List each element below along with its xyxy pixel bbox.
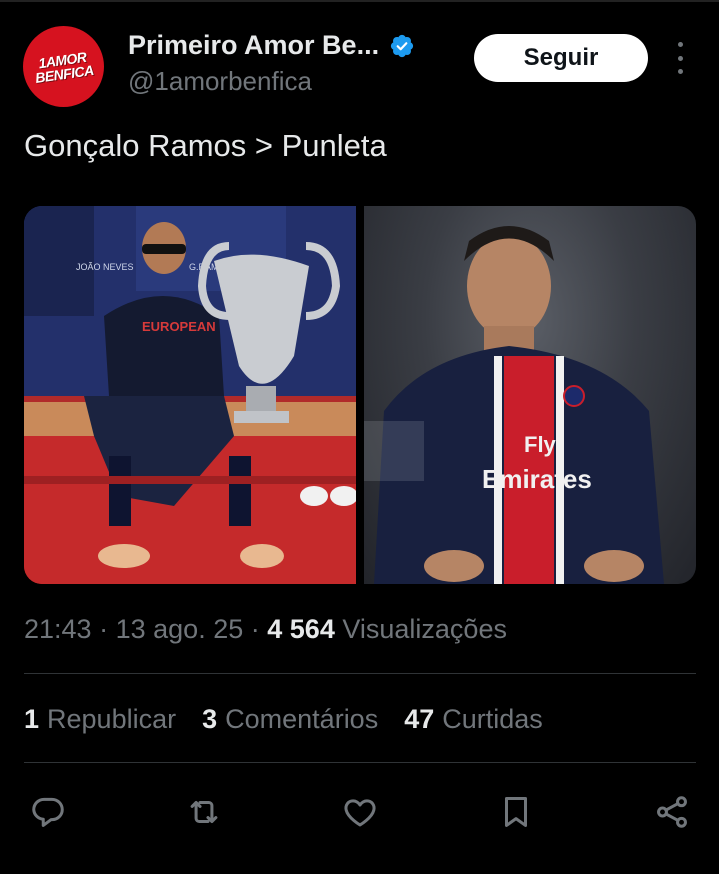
- like-icon[interactable]: [336, 788, 384, 836]
- verified-badge-icon: [390, 34, 414, 57]
- media-image-pauleta[interactable]: Fly Emirates: [364, 206, 696, 584]
- repost-icon[interactable]: [180, 788, 228, 836]
- meta-separator: ·: [250, 614, 260, 644]
- more-dots-icon[interactable]: [668, 42, 692, 74]
- comments-stat[interactable]: 3 Comentários: [202, 704, 378, 735]
- reposts-stat[interactable]: 1 Republicar: [24, 704, 176, 735]
- comments-label: Comentários: [225, 704, 379, 734]
- author-name-row[interactable]: Primeiro Amor Be...: [128, 30, 415, 61]
- tweet-time[interactable]: 21:43: [24, 614, 92, 644]
- comments-count: 3: [202, 704, 218, 734]
- display-name[interactable]: Primeiro Amor Be...: [128, 30, 379, 61]
- avatar[interactable]: 1AMOR BENFICA: [23, 26, 104, 107]
- sponsor-emirates-text: Emirates: [482, 464, 592, 494]
- top-divider: [0, 0, 719, 2]
- reposts-count: 1: [24, 704, 40, 734]
- divider: [24, 673, 696, 674]
- action-bar: [24, 788, 696, 836]
- reply-icon[interactable]: [24, 788, 72, 836]
- engagement-stats: 1 Republicar 3 Comentários 47 Curtidas: [24, 704, 543, 735]
- follow-button[interactable]: Seguir: [474, 34, 648, 82]
- sponsor-fly-text: Fly: [524, 432, 557, 457]
- tweet-date[interactable]: 13 ago. 25: [116, 614, 244, 644]
- psg-photo-illustration: Fly Emirates: [364, 226, 664, 584]
- views-label: Visualizações: [342, 614, 507, 644]
- jersey-european-text: EUROPEAN: [142, 319, 216, 334]
- reposts-label: Republicar: [47, 704, 177, 734]
- likes-stat[interactable]: 47 Curtidas: [404, 704, 543, 735]
- likes-count: 47: [404, 704, 435, 734]
- author-handle[interactable]: @1amorbenfica: [128, 66, 312, 97]
- views-count: 4 564: [267, 614, 335, 644]
- nameplate-joao-neves: JOÃO NEVES: [76, 262, 134, 272]
- trophy-photo-illustration: JOÃO NEVES G.RAMO EUROPEAN: [24, 206, 356, 584]
- divider: [24, 762, 696, 763]
- bookmark-icon[interactable]: [492, 788, 540, 836]
- tweet-meta: 21:43 · 13 ago. 25 · 4 564 Visualizações: [24, 614, 507, 645]
- share-icon[interactable]: [648, 788, 696, 836]
- media-image-goncalo-ramos[interactable]: JOÃO NEVES G.RAMO EUROPEAN: [24, 206, 356, 584]
- media-grid: JOÃO NEVES G.RAMO EUROPEAN Fly Emirates: [24, 206, 696, 584]
- avatar-logo: 1AMOR BENFICA: [34, 48, 95, 86]
- tweet-text: Gonçalo Ramos > Punleta: [24, 128, 387, 163]
- meta-separator: ·: [99, 614, 109, 644]
- likes-label: Curtidas: [442, 704, 543, 734]
